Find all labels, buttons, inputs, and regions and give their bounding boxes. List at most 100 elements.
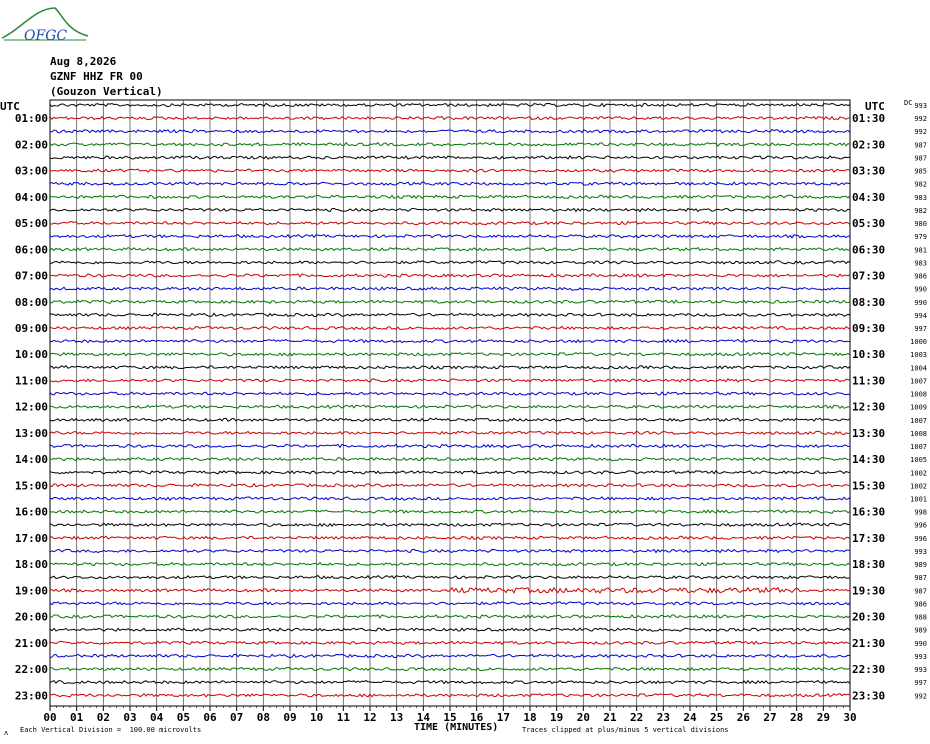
dc-offset-value: 989 <box>914 627 927 635</box>
dc-offset-value: 1009 <box>910 404 927 412</box>
dc-offset-value: 992 <box>914 692 927 700</box>
dc-offset-value: 997 <box>914 325 927 333</box>
left-time-label: 16:00 <box>15 506 48 519</box>
right-time-label: 01:30 <box>852 112 885 125</box>
x-axis-title: TIME (MINUTES) <box>414 722 499 733</box>
dc-offset-value: 1008 <box>910 430 927 438</box>
helicorder-plot: 00 01 02 03 04 05 06 07 08 09 10 11 12 13 14 15 16 17 18 19… <box>0 99 927 724</box>
left-time-label: 03:00 <box>15 165 48 178</box>
right-time-label: 05:30 <box>852 217 885 230</box>
x-tick-label: 04 <box>150 711 164 724</box>
dc-offset-value: 993 <box>914 548 927 556</box>
left-time-label: 12:00 <box>15 401 48 414</box>
x-tick-label: 11 <box>337 711 351 724</box>
dc-offset-value: 1007 <box>910 443 927 451</box>
x-tick-label: 07 <box>230 711 243 724</box>
x-tick-label: 01 <box>70 711 84 724</box>
x-tick-label: 06 <box>203 711 217 724</box>
dc-offset-value: 992 <box>914 115 927 123</box>
left-time-label: 21:00 <box>15 637 48 650</box>
left-time-label: 02:00 <box>15 138 48 151</box>
x-tick-label: 29 <box>817 711 830 724</box>
scale-note: Each Vertical Division = 100.00 microvol… <box>20 726 202 734</box>
right-time-label: 12:30 <box>852 401 885 414</box>
x-tick-label: 24 <box>683 711 697 724</box>
dc-offset-value: 979 <box>914 233 927 241</box>
utc-label-right: UTC <box>865 100 885 113</box>
right-time-label: 21:30 <box>852 637 885 650</box>
left-time-label: 11:00 <box>15 374 48 387</box>
left-time-label: 17:00 <box>15 532 48 545</box>
right-time-label: 16:30 <box>852 506 885 519</box>
left-time-label: 01:00 <box>15 112 48 125</box>
dc-offset-value: 996 <box>914 535 927 543</box>
left-time-label: 05:00 <box>15 217 48 230</box>
dc-offset-value: 992 <box>914 128 927 136</box>
right-time-label: 03:30 <box>852 165 885 178</box>
dc-offset-value: 990 <box>914 286 927 294</box>
dc-offset-value: 994 <box>914 312 927 320</box>
right-time-label: 22:30 <box>852 663 885 676</box>
x-tick-label: 20 <box>577 711 590 724</box>
dc-offset-value: 1003 <box>910 351 927 359</box>
dc-offset-value: 987 <box>914 587 927 595</box>
left-time-label: 09:00 <box>15 322 48 335</box>
dc-offset-value: 987 <box>914 154 927 162</box>
x-tick-label: 22 <box>630 711 643 724</box>
x-tick-label: 13 <box>390 711 403 724</box>
corner-mark: ʌ <box>4 729 9 737</box>
right-time-label: 13:30 <box>852 427 885 440</box>
dc-offset-value: 990 <box>914 299 927 307</box>
dc-offset-value: 997 <box>914 679 927 687</box>
x-tick-label: 17 <box>497 711 510 724</box>
x-tick-label: 08 <box>257 711 270 724</box>
x-tick-label: 02 <box>97 711 110 724</box>
dc-offset-value: 1000 <box>910 338 927 346</box>
utc-label-left: UTC <box>0 100 20 113</box>
x-tick-label: 09 <box>283 711 296 724</box>
dc-offset-value: 988 <box>914 614 927 622</box>
dc-offset-value: 987 <box>914 141 927 149</box>
dc-header: DC <box>904 99 912 107</box>
dc-offset-value: 987 <box>914 574 927 582</box>
x-tick-label: 23 <box>657 711 670 724</box>
dc-offset-value: 1002 <box>910 482 927 490</box>
left-time-label: 10:00 <box>15 348 48 361</box>
x-tick-label: 00 <box>43 711 56 724</box>
x-tick-label: 05 <box>177 711 190 724</box>
dc-offset-value: 986 <box>914 273 927 281</box>
x-tick-label: 03 <box>123 711 136 724</box>
left-time-label: 19:00 <box>15 584 48 597</box>
dc-offset-value: 1002 <box>910 469 927 477</box>
x-tick-label: 12 <box>363 711 376 724</box>
right-time-label: 17:30 <box>852 532 885 545</box>
right-time-label: 20:30 <box>852 611 885 624</box>
x-tick-label: 27 <box>763 711 776 724</box>
right-time-label: 06:30 <box>852 243 885 256</box>
left-time-label: 18:00 <box>15 558 48 571</box>
left-time-label: 04:00 <box>15 191 48 204</box>
right-time-label: 08:30 <box>852 296 885 309</box>
dc-offset-value: 986 <box>914 600 927 608</box>
dc-offset-value: 1001 <box>910 496 927 504</box>
left-time-label: 07:00 <box>15 270 48 283</box>
dc-offset-value: 993 <box>914 666 927 674</box>
x-tick-label: 19 <box>550 711 563 724</box>
left-time-label: 15:00 <box>15 479 48 492</box>
left-time-label: 13:00 <box>15 427 48 440</box>
right-time-label: 15:30 <box>852 479 885 492</box>
dc-offset-value: 1004 <box>910 364 927 372</box>
clip-note: Traces clipped at plus/minus 5 vertical … <box>522 726 729 734</box>
right-time-label: 09:30 <box>852 322 885 335</box>
right-time-label: 04:30 <box>852 191 885 204</box>
dc-offset-value: 1008 <box>910 391 927 399</box>
dc-offset-value: 1007 <box>910 417 927 425</box>
x-tick-label: 26 <box>737 711 751 724</box>
dc-offset-value: 982 <box>914 207 927 215</box>
right-time-label: 07:30 <box>852 270 885 283</box>
dc-offset-value: 1005 <box>910 456 927 464</box>
dc-offset-value: 993 <box>914 102 927 110</box>
dc-offset-value: 983 <box>914 194 927 202</box>
dc-offset-value: 1007 <box>910 377 927 385</box>
dc-offset-value: 993 <box>914 653 927 661</box>
